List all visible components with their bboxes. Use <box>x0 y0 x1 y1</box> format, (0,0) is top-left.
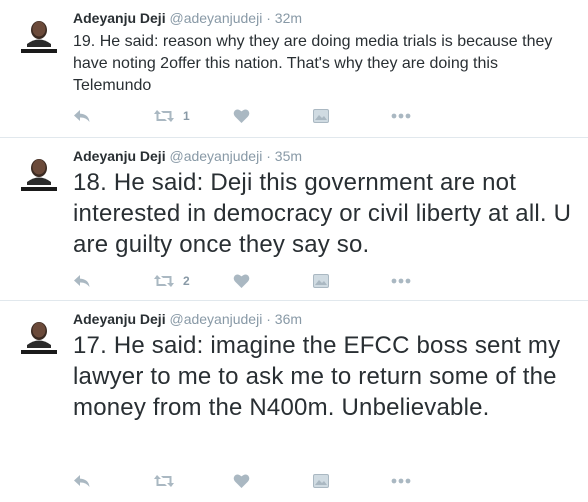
tweet-actions <box>73 471 433 491</box>
tweet-header: Adeyanju Deji @adeyanjudeji · 35m <box>73 147 302 165</box>
media-button[interactable] <box>313 106 329 126</box>
retweet-count: 2 <box>183 274 190 288</box>
avatar[interactable] <box>15 14 63 62</box>
retweet-icon <box>154 275 174 287</box>
author-name[interactable]: Adeyanju Deji <box>73 311 166 327</box>
retweet-button[interactable]: 1 <box>153 106 190 126</box>
more-icon <box>391 278 411 284</box>
tweet-timestamp[interactable]: 35m <box>275 148 302 164</box>
like-button[interactable] <box>233 471 250 491</box>
reply-icon <box>74 275 90 287</box>
tweet-text: 18. He said: Deji this government are no… <box>73 169 572 258</box>
avatar[interactable] <box>15 152 63 200</box>
media-icon <box>313 274 329 288</box>
separator-dot: · <box>266 10 271 26</box>
more-button[interactable] <box>391 106 411 126</box>
more-icon <box>391 113 411 119</box>
heart-icon <box>233 474 250 488</box>
reply-icon <box>74 110 90 122</box>
tweet-actions: 1 <box>73 106 433 126</box>
heart-icon <box>233 109 250 123</box>
retweet-button[interactable]: 2 <box>153 271 190 291</box>
tweet-header: Adeyanju Deji @adeyanjudeji · 32m <box>73 9 302 27</box>
more-button[interactable] <box>391 471 411 491</box>
heart-icon <box>233 274 250 288</box>
reply-button[interactable] <box>73 106 91 126</box>
tweet-text: 19. He said: reason why they are doing m… <box>73 33 553 94</box>
retweet-icon <box>154 110 174 122</box>
like-button[interactable] <box>233 106 250 126</box>
author-handle[interactable]: @adeyanjudeji <box>169 10 262 26</box>
media-icon <box>313 474 329 488</box>
tweet-text: 17. He said: imagine the EFCC boss sent … <box>73 332 561 421</box>
media-icon <box>313 109 329 123</box>
author-handle[interactable]: @adeyanjudeji <box>169 148 262 164</box>
reply-button[interactable] <box>73 271 91 291</box>
tweet-19[interactable]: Adeyanju Deji @adeyanjudeji · 32m 19. He… <box>0 0 588 138</box>
tweet-18[interactable]: Adeyanju Deji @adeyanjudeji · 35m 18. He… <box>0 138 588 301</box>
reply-icon <box>74 475 90 487</box>
retweet-count: 1 <box>183 109 190 123</box>
retweet-button[interactable] <box>153 471 183 491</box>
like-button[interactable] <box>233 271 250 291</box>
more-icon <box>391 478 411 484</box>
tweet-header: Adeyanju Deji @adeyanjudeji · 36m <box>73 310 302 328</box>
tweet-timestamp[interactable]: 36m <box>275 311 302 327</box>
tweet-actions: 2 <box>73 271 433 291</box>
separator-dot: · <box>266 311 271 327</box>
more-button[interactable] <box>391 271 411 291</box>
media-button[interactable] <box>313 471 329 491</box>
avatar[interactable] <box>15 315 63 363</box>
reply-button[interactable] <box>73 471 91 491</box>
author-name[interactable]: Adeyanju Deji <box>73 10 166 26</box>
author-name[interactable]: Adeyanju Deji <box>73 148 166 164</box>
tweet-17[interactable]: Adeyanju Deji @adeyanjudeji · 36m 17. He… <box>0 301 588 502</box>
author-handle[interactable]: @adeyanjudeji <box>169 311 262 327</box>
separator-dot: · <box>266 148 271 164</box>
retweet-icon <box>154 475 174 487</box>
tweet-timestamp[interactable]: 32m <box>275 10 302 26</box>
media-button[interactable] <box>313 271 329 291</box>
